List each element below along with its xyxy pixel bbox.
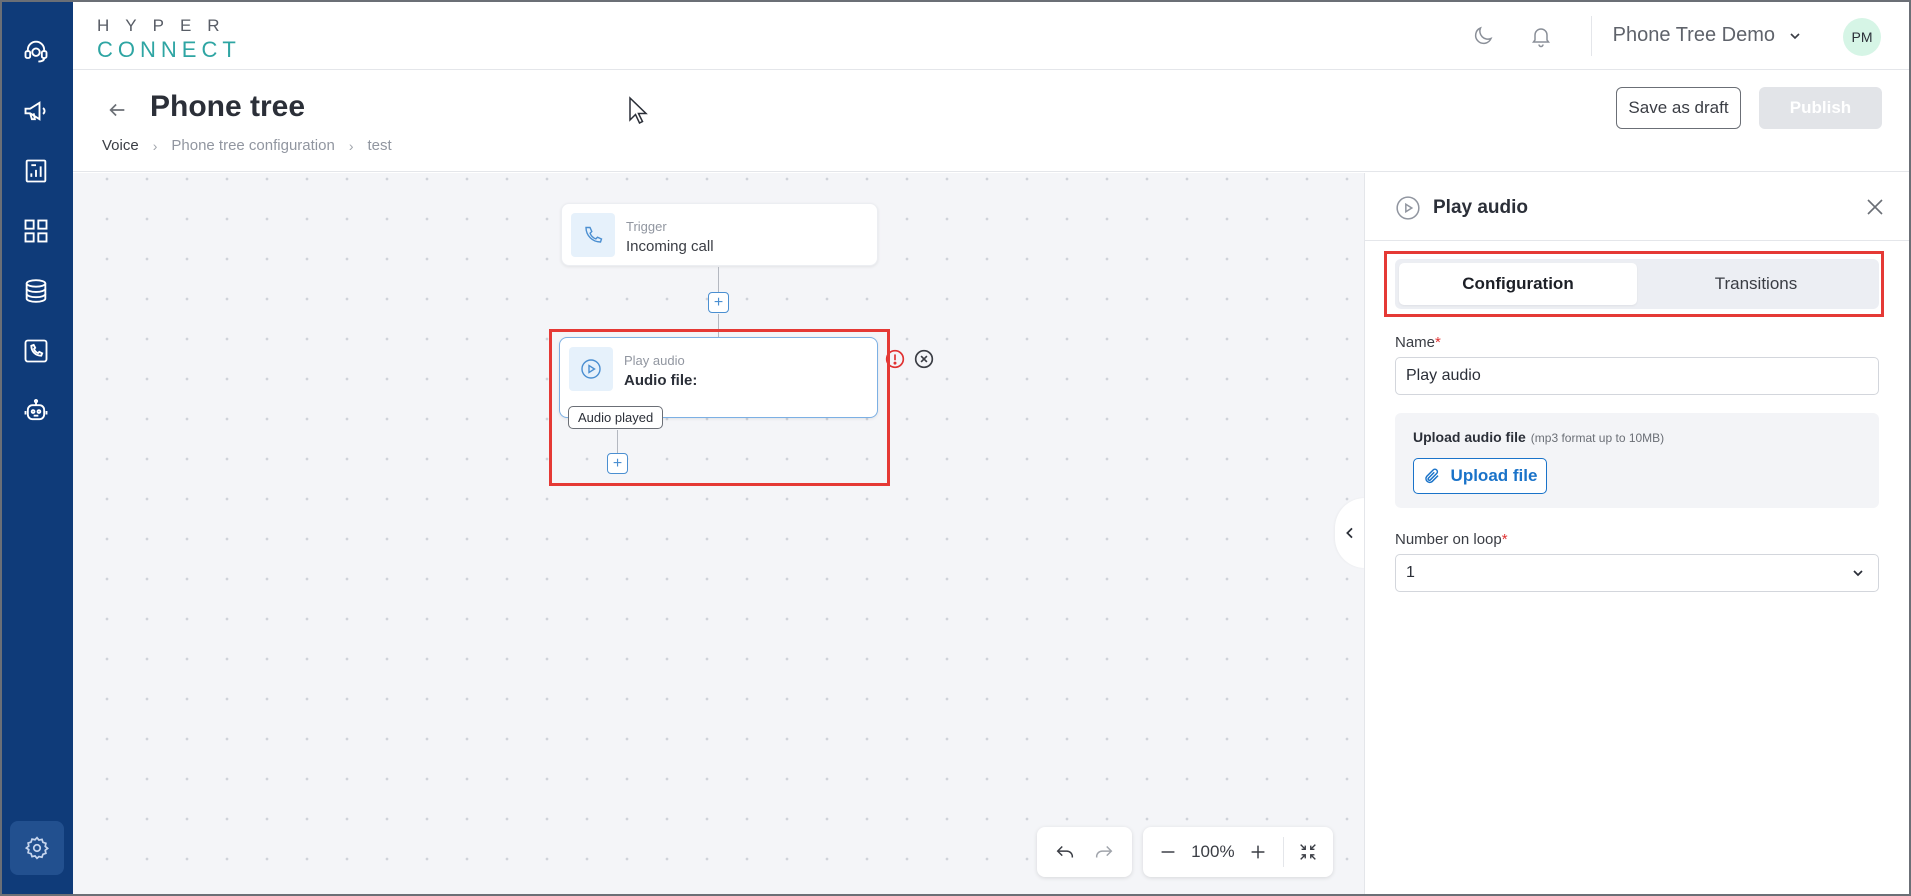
trigger-node-label: Trigger (626, 219, 667, 234)
loop-label: Number on loop* (1395, 531, 1508, 548)
paperclip-icon (1424, 468, 1439, 484)
breadcrumb-phone-tree-configuration[interactable]: Phone tree configuration (171, 137, 334, 154)
avatar[interactable]: PM (1843, 18, 1881, 56)
required-mark: * (1435, 334, 1441, 351)
zoom-in-icon[interactable] (1243, 837, 1272, 867)
report-icon[interactable] (16, 151, 56, 191)
connector-line (718, 314, 719, 337)
loop-label-text: Number on loop (1395, 531, 1502, 548)
save-as-draft-button[interactable]: Save as draft (1616, 87, 1741, 129)
name-field[interactable] (1395, 357, 1879, 395)
panel-title: Play audio (1433, 197, 1529, 218)
chevron-down-icon (1853, 570, 1863, 577)
upload-title: Upload audio file (mp3 format up to 10MB) (1413, 429, 1664, 445)
required-mark: * (1501, 531, 1508, 548)
gear-icon[interactable] (10, 821, 64, 875)
page-title: Phone tree (150, 90, 306, 123)
node-settings-panel: Play audio Configuration Transitions Nam… (1364, 173, 1909, 894)
breadcrumb-separator-icon: › (152, 137, 158, 154)
top-bar: HYPER CONNECT Phone Tree Demo PM (73, 2, 1909, 70)
warning-icon[interactable] (885, 349, 905, 369)
name-label: Name* (1395, 334, 1441, 351)
tab-transitions[interactable]: Transitions (1637, 263, 1875, 305)
breadcrumb-test: test (367, 137, 392, 154)
dashboard-icon[interactable] (16, 211, 56, 251)
play-icon (569, 347, 613, 391)
page-header: Phone tree Voice › Phone tree configurat… (73, 70, 1909, 172)
chevron-left-icon (1346, 527, 1353, 539)
transition-label[interactable]: Audio played (568, 406, 664, 429)
undo-icon[interactable] (1050, 837, 1080, 867)
publish-button[interactable]: Publish (1759, 87, 1882, 129)
upload-file-label: Upload file (1450, 466, 1538, 485)
breadcrumb-voice[interactable]: Voice (102, 137, 139, 154)
header-divider (1591, 16, 1592, 56)
zoom-level: 100% (1191, 842, 1235, 861)
play-audio-node-label: Play audio (624, 353, 685, 368)
panel-header: Play audio (1365, 173, 1909, 241)
breadcrumb: Voice › Phone tree configuration › test (102, 137, 392, 154)
zoom-out-icon[interactable] (1153, 837, 1182, 867)
megaphone-icon[interactable] (16, 91, 56, 131)
sidebar (2, 2, 73, 894)
loop-select-value: 1 (1406, 564, 1415, 581)
headset-icon[interactable] (16, 31, 56, 71)
loop-select[interactable]: 1 (1395, 554, 1879, 592)
phone-icon[interactable] (16, 331, 56, 371)
play-audio-node-value: Audio file: (624, 372, 698, 389)
phone-icon (571, 213, 615, 257)
upload-section: Upload audio file (mp3 format up to 10MB)… (1395, 413, 1879, 508)
mouse-cursor-icon (629, 96, 648, 125)
play-icon (1396, 196, 1420, 220)
add-step-button[interactable]: + (708, 292, 729, 313)
logo-line1: HYPER (97, 16, 236, 35)
upload-file-button[interactable]: Upload file (1413, 458, 1547, 494)
name-label-text: Name (1395, 334, 1436, 351)
history-toolbar (1037, 827, 1132, 877)
connector-line (617, 430, 618, 455)
redo-icon[interactable] (1089, 837, 1119, 867)
bell-icon[interactable] (1525, 20, 1557, 52)
remove-node-icon[interactable] (914, 349, 934, 369)
toolbar-divider (1282, 837, 1284, 867)
upload-title-text: Upload audio file (1413, 429, 1526, 445)
logo-line2: CONNECT (97, 37, 241, 62)
tab-configuration[interactable]: Configuration (1399, 263, 1637, 305)
zoom-toolbar: 100% (1143, 827, 1333, 877)
trigger-node-value: Incoming call (626, 238, 714, 255)
app-window: HYPER CONNECT Phone Tree Demo PM Phone t… (0, 0, 1911, 896)
close-icon[interactable] (1863, 195, 1887, 219)
back-arrow-icon[interactable] (103, 96, 131, 124)
trigger-node[interactable]: Trigger Incoming call (561, 203, 878, 266)
workspace-name: Phone Tree Demo (1612, 24, 1775, 46)
fit-view-icon[interactable] (1294, 837, 1323, 867)
workspace-selector[interactable]: Phone Tree Demo (1613, 24, 1803, 47)
logo[interactable]: HYPER CONNECT (97, 16, 241, 63)
flow-canvas[interactable]: Trigger Incoming call + Play audio Audio… (73, 173, 1364, 894)
moon-icon[interactable] (1467, 20, 1499, 52)
upload-hint: (mp3 format up to 10MB) (1530, 431, 1665, 445)
panel-tabs: Configuration Transitions (1395, 259, 1879, 309)
breadcrumb-separator-icon: › (348, 137, 354, 154)
add-step-button[interactable]: + (607, 453, 628, 474)
bot-icon[interactable] (16, 391, 56, 431)
chevron-down-icon (1790, 32, 1800, 39)
database-icon[interactable] (16, 271, 56, 311)
